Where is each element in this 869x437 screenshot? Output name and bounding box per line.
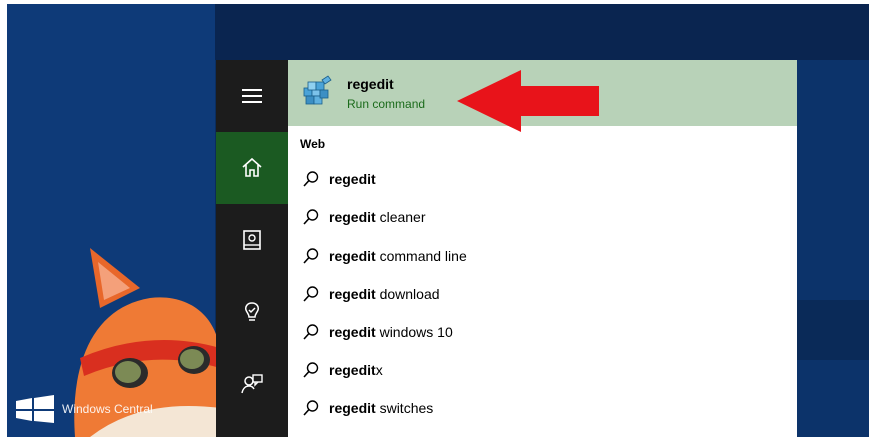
search-icon (303, 171, 319, 187)
web-suggestion-label: regedit (329, 171, 376, 187)
web-suggestion-item[interactable]: regedit command line (288, 237, 797, 275)
best-match-title: regedit (347, 76, 394, 92)
reminders-icon (245, 302, 259, 321)
web-suggestion-label: regedit download (329, 286, 440, 302)
red-arrow-annotation (457, 70, 599, 132)
image-frame-left (0, 0, 7, 437)
web-suggestion-item[interactable]: regedit switches (288, 389, 797, 427)
home-button[interactable] (216, 132, 288, 204)
search-icon (303, 286, 319, 302)
registry-editor-icon (303, 75, 332, 105)
web-suggestion-item[interactable]: regedit windows 10 (288, 313, 797, 351)
windows-logo-icon (16, 395, 54, 423)
home-icon (242, 157, 262, 177)
search-icon (303, 362, 319, 378)
hamburger-menu-button[interactable] (216, 60, 288, 132)
web-suggestion-label: regeditx (329, 362, 383, 378)
search-icon (303, 324, 319, 340)
web-suggestion-label: regedit switches (329, 400, 434, 416)
web-suggestion-item[interactable]: regedit (288, 160, 797, 198)
web-suggestion-item[interactable]: regeditx (288, 351, 797, 389)
watermark: Windows Central (14, 395, 153, 423)
web-suggestion-label: regedit windows 10 (329, 324, 453, 340)
web-suggestion-item[interactable]: regedit download (288, 275, 797, 313)
web-suggestion-label: regedit cleaner (329, 209, 426, 225)
feedback-button[interactable] (216, 348, 288, 420)
feedback-icon (241, 374, 263, 394)
watermark-text: Windows Central (62, 402, 153, 416)
start-menu-rail (216, 60, 288, 437)
search-icon (303, 400, 319, 416)
web-section-header: Web (300, 137, 326, 151)
reminders-button[interactable] (216, 276, 288, 348)
search-icon (303, 209, 319, 225)
search-icon (303, 248, 319, 264)
notebook-button[interactable] (216, 204, 288, 276)
web-suggestion-label: regedit command line (329, 248, 467, 264)
image-frame-top (0, 0, 869, 4)
notebook-icon (243, 230, 261, 250)
web-suggestion-item[interactable]: regedit cleaner (288, 198, 797, 236)
hamburger-menu-icon (242, 89, 262, 103)
best-match-subtitle: Run command (347, 97, 426, 111)
